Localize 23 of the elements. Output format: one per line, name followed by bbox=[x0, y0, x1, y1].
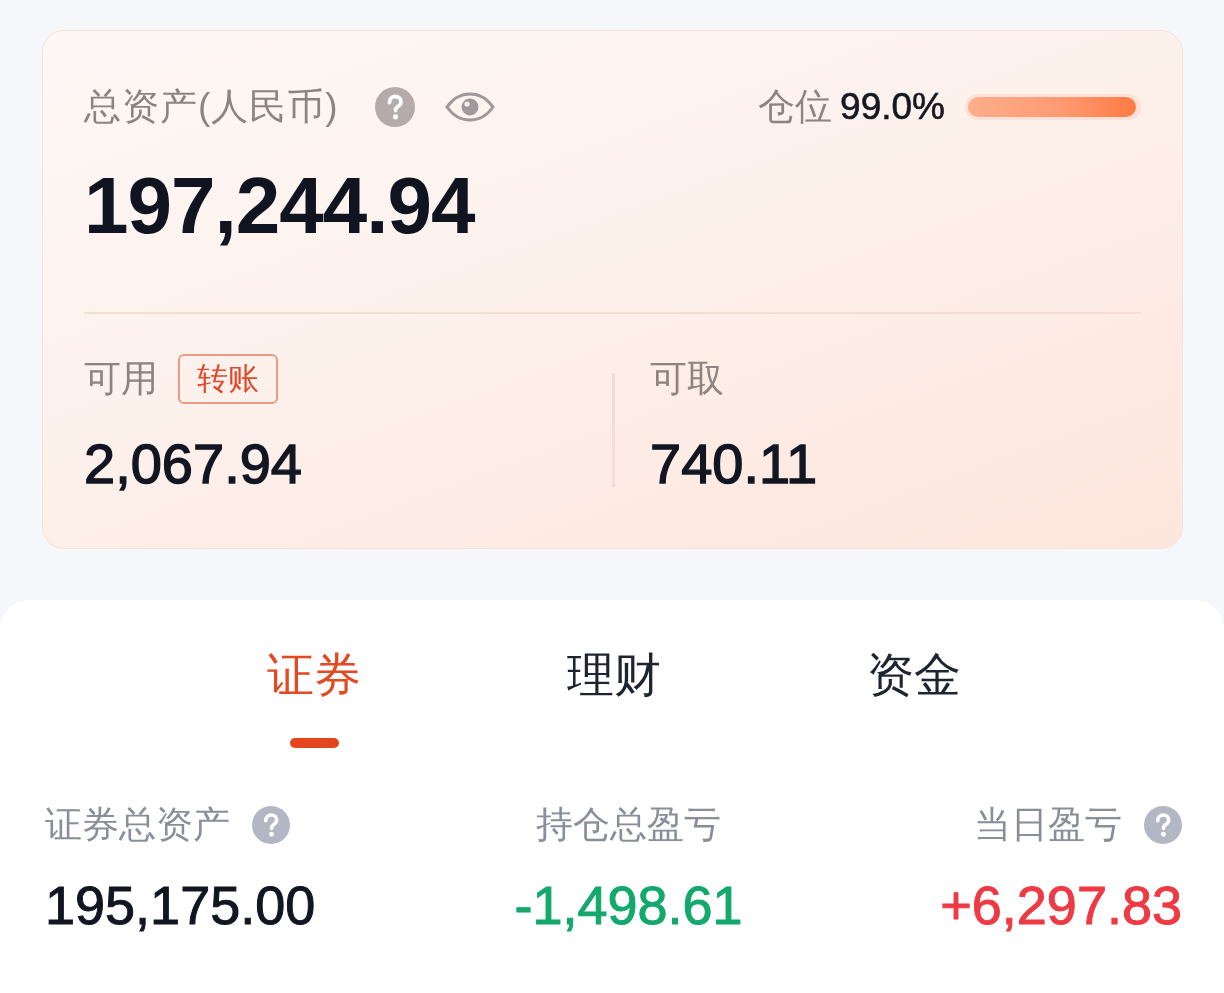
tab[interactable]: 理财 bbox=[567, 645, 661, 705]
help-icon[interactable] bbox=[1144, 806, 1182, 844]
stat-label: 持仓总盈亏 bbox=[536, 803, 721, 847]
position-label: 仓位 bbox=[758, 85, 833, 129]
eye-icon[interactable] bbox=[444, 92, 495, 122]
total-assets-value: 197,244.94 bbox=[84, 161, 475, 251]
tab[interactable]: 证券 bbox=[267, 645, 361, 748]
stat-label: 当日盈亏 bbox=[974, 803, 1122, 847]
available-label: 可用 bbox=[84, 357, 158, 401]
withdrawable-value: 740.11 bbox=[650, 432, 818, 496]
stat-value: 195,175.00 bbox=[45, 874, 316, 937]
available-value: 2,067.94 bbox=[84, 432, 302, 496]
tab[interactable]: 资金 bbox=[867, 645, 961, 705]
stat-value: +6,297.83 bbox=[940, 874, 1182, 937]
withdrawable-label: 可取 bbox=[650, 357, 724, 401]
stat-value: -1,498.61 bbox=[514, 874, 743, 937]
transfer-button[interactable]: 转账 bbox=[178, 354, 278, 404]
help-icon[interactable] bbox=[374, 87, 415, 127]
position-value: 99.0% bbox=[840, 85, 945, 129]
stat-label: 证券总资产 bbox=[45, 803, 230, 847]
total-assets-label: 总资产(人民币) bbox=[84, 85, 339, 129]
active-tab-indicator bbox=[289, 738, 339, 748]
help-icon[interactable] bbox=[252, 806, 290, 844]
